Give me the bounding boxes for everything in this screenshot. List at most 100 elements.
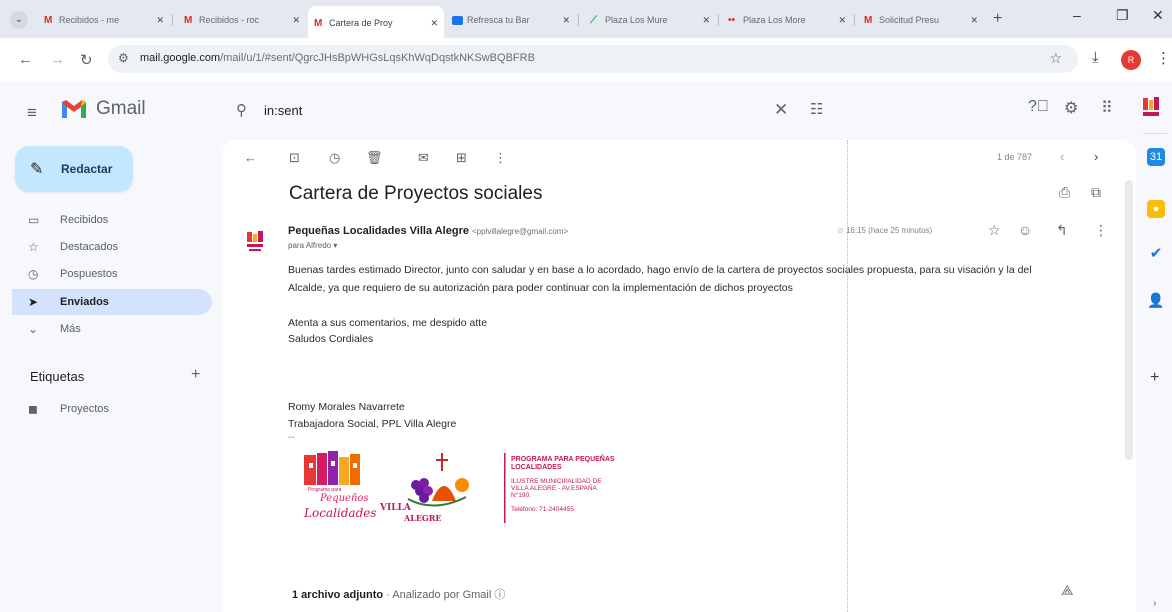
close-icon[interactable]: ✕ <box>156 15 164 26</box>
search-options-icon[interactable]: ☷ <box>810 100 823 118</box>
download-icon[interactable]: ⤓ <box>1092 49 1099 66</box>
calendar-icon[interactable]: 31 <box>1147 148 1165 166</box>
sidebar-item-label: Recibidos <box>60 214 109 226</box>
sidebar-item-enviados[interactable]: ➤ Enviados <box>12 289 212 315</box>
scan-notice[interactable]: · Analizado por Gmail ⓘ <box>386 589 505 601</box>
gmail-icon: M <box>314 17 323 29</box>
gmail-logo[interactable]: Gmail <box>60 98 146 120</box>
message-more-icon[interactable]: ⋮ <box>1094 222 1108 239</box>
expand-panel-icon[interactable]: › <box>1153 598 1156 609</box>
main-menu-icon[interactable]: ≡ <box>27 103 37 123</box>
search-icon[interactable]: ⚲ <box>236 101 247 119</box>
print-icon[interactable]: ⎙ <box>1059 184 1070 201</box>
logo-text-villa: VILLA <box>380 503 411 513</box>
apps-grid-icon[interactable]: ⠿ <box>1101 98 1113 118</box>
gmail-logo-icon <box>62 100 86 118</box>
tab-separator <box>718 14 719 26</box>
settings-gear-icon[interactable]: ⚙ <box>1064 98 1078 118</box>
sidebar-item-destacados[interactable]: ☆ Destacados <box>12 234 212 260</box>
browser-tab-active[interactable]: M Cartera de Proy ✕ <box>308 6 444 38</box>
browser-tab[interactable]: ⟋ Plaza Los Mure ✕ <box>584 9 716 31</box>
archive-icon[interactable]: ⊡ <box>289 150 300 166</box>
back-to-list-icon[interactable]: ← <box>244 150 257 165</box>
sender-avatar <box>247 231 263 251</box>
mark-unread-icon[interactable]: ✉ <box>418 150 429 166</box>
scrollbar[interactable] <box>1125 180 1133 460</box>
recipient-details[interactable]: para Alfredo ▾ <box>288 241 337 250</box>
open-new-window-icon[interactable]: ⧉ <box>1091 184 1101 201</box>
sidebar-item-label: Más <box>60 323 81 335</box>
account-logo-icon[interactable] <box>1142 96 1160 123</box>
snooze-icon[interactable]: ◷ <box>329 150 340 166</box>
green-leaf-icon: ⟋ <box>590 14 597 26</box>
signature-name: Romy Morales Navarrete <box>288 401 405 413</box>
signature-banner: Programa para Pequeños Localidades VILLA… <box>304 451 664 531</box>
close-window-icon[interactable]: ✕ <box>1152 7 1164 24</box>
add-addon-icon[interactable]: + <box>1150 369 1159 387</box>
back-icon[interactable]: ← <box>18 51 33 68</box>
sidebar-item-pospuestos[interactable]: ◷ Pospuestos <box>12 261 212 287</box>
browser-menu-icon[interactable]: ⋮ <box>1156 49 1171 67</box>
browser-tab[interactable]: M Recibidos - me ✕ <box>38 9 170 31</box>
browser-tab[interactable]: •• Plaza Los More ✕ <box>722 9 852 31</box>
new-tab-button[interactable]: + <box>993 10 1002 28</box>
more-actions-icon[interactable]: ⋮ <box>494 150 507 166</box>
signature-separator: -- <box>288 431 295 443</box>
pencil-icon: ✎ <box>30 161 44 178</box>
close-icon[interactable]: ✕ <box>702 15 710 26</box>
profile-avatar[interactable]: R <box>1121 50 1141 70</box>
sidebar-item-proyectos[interactable]: ◼ Proyectos <box>12 396 212 422</box>
star-icon[interactable]: ☆ <box>988 222 1001 239</box>
add-label-icon[interactable]: + <box>191 366 200 384</box>
close-icon[interactable]: ✕ <box>562 15 570 26</box>
tab-search-button[interactable]: ⌄ <box>10 11 28 29</box>
label-icon: ◼ <box>28 402 38 416</box>
minimize-icon[interactable]: – <box>1073 7 1081 23</box>
older-icon[interactable]: › <box>1094 149 1098 164</box>
restore-icon[interactable]: ❐ <box>1116 7 1129 24</box>
reload-icon[interactable]: ↻ <box>80 51 93 69</box>
sidebar-item-mas[interactable]: ⌄ Más <box>12 316 212 342</box>
compose-button[interactable]: ✎ Redactar <box>15 146 133 192</box>
send-icon: ➤ <box>28 295 39 309</box>
contacts-icon[interactable]: 👤 <box>1147 291 1165 309</box>
browser-tab-strip: ⌄ M Recibidos - me ✕ M Recibidos - roc ✕… <box>0 0 1172 38</box>
logo-text-localidades: Localidades <box>304 506 377 520</box>
move-to-icon[interactable]: ⊞ <box>456 150 467 166</box>
browser-tab[interactable]: Refresca tu Bar ✕ <box>446 9 576 31</box>
browser-toolbar: ← → ↻ ⚙ mail.google.com/mail/u/1/#sent/Q… <box>0 38 1172 82</box>
tasks-icon[interactable]: ✔ <box>1147 245 1165 263</box>
emoji-react-icon[interactable]: ☺ <box>1018 222 1032 238</box>
close-icon[interactable]: ✕ <box>838 15 846 26</box>
address-bar[interactable]: ⚙ mail.google.com/mail/u/1/#sent/QgrcJHs… <box>108 45 1078 73</box>
reply-icon[interactable]: ↰ <box>1056 222 1068 239</box>
forward-icon[interactable]: → <box>50 51 65 68</box>
help-icon[interactable]: ?⃝ <box>1028 98 1049 116</box>
close-icon[interactable]: ✕ <box>430 18 438 29</box>
sidebar-item-recibidos[interactable]: ▭ Recibidos <box>12 207 212 233</box>
newer-icon[interactable]: ‹ <box>1060 149 1064 164</box>
blue-square-icon <box>452 15 463 25</box>
attachment-count: 1 archivo adjunto <box>292 589 384 601</box>
browser-tab[interactable]: M Recibidos - roc ✕ <box>178 9 306 31</box>
municipality-line: ILUSTRE MUNICIPALIDAD DE <box>511 478 602 485</box>
clear-search-icon[interactable]: ✕ <box>774 100 788 120</box>
bookmark-star-icon[interactable]: ☆ <box>1049 50 1062 67</box>
sender-name[interactable]: Pequeñas Localidades Villa Alegre <box>288 225 469 237</box>
browser-tab[interactable]: M Solicitud Presu ✕ <box>858 9 984 31</box>
close-icon[interactable]: ✕ <box>970 15 978 26</box>
close-icon[interactable]: ✕ <box>292 15 300 26</box>
body-line: Atenta a sus comentarios, me despido att… <box>288 317 488 329</box>
sender-email: <pplvillalegre@gmail.com> <box>471 227 569 236</box>
site-info-icon[interactable]: ⚙ <box>118 51 129 65</box>
body-line: Alcalde, ya que requiero de su autorizac… <box>288 282 793 294</box>
pager-count: 1 de 787 <box>997 152 1033 162</box>
delete-icon[interactable]: 🗑 <box>366 150 383 166</box>
search-input[interactable]: in:sent <box>264 103 302 118</box>
dots-icon: •• <box>728 14 736 26</box>
keep-icon[interactable]: ● <box>1147 200 1165 218</box>
search-bar[interactable]: ⚲ in:sent ✕ ☷ <box>222 92 834 130</box>
add-to-drive-icon[interactable]: ⟁ <box>1061 582 1074 599</box>
attachments-summary: 1 archivo adjunto · Analizado por Gmail … <box>292 586 505 602</box>
logo-text-alegre: ALEGRE <box>404 513 442 523</box>
